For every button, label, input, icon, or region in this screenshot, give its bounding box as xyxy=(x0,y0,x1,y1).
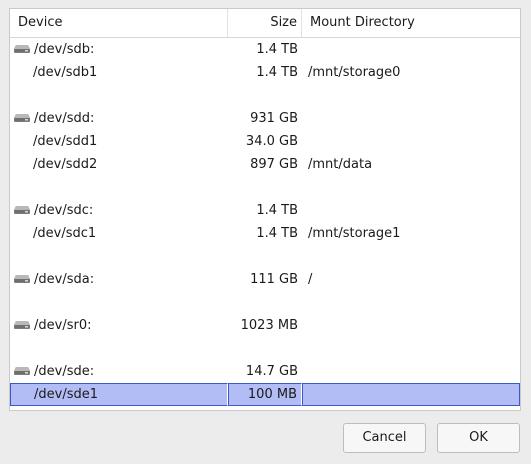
device-cell: /dev/sde1 xyxy=(10,383,228,406)
device-name: /dev/sdd2 xyxy=(33,157,98,172)
device-row[interactable]: /dev/sdc: 1.4 TB xyxy=(10,199,520,222)
device-cell: /dev/sda: xyxy=(10,268,228,291)
list-header: Device Size Mount Directory xyxy=(10,9,520,38)
device-cell: /dev/sdd1 xyxy=(10,130,228,153)
size-cell: 1.4 TB xyxy=(256,203,298,218)
device-name: /dev/sr0: xyxy=(34,318,92,333)
device-cell: /dev/sdb: xyxy=(10,38,228,61)
device-name: /dev/sdc: xyxy=(34,203,94,218)
size-cell: 100 MB xyxy=(228,383,302,406)
mount-cell xyxy=(302,38,520,61)
size-cell: 1023 MB xyxy=(240,318,298,333)
device-list[interactable]: Device Size Mount Directory /dev/sdb: 1.4… xyxy=(9,8,521,411)
size-cell: 931 GB xyxy=(250,111,298,126)
mount-cell: /mnt/storage1 xyxy=(308,226,401,241)
hard-disk-icon xyxy=(14,318,34,333)
partition-row[interactable]: /dev/sdb1 1.4 TB/mnt/storage0 xyxy=(10,61,520,84)
size-cell: 1.4 TB xyxy=(256,65,298,80)
ok-button[interactable]: OK xyxy=(437,423,520,453)
mount-cell xyxy=(302,107,520,130)
hard-disk-icon xyxy=(14,111,34,126)
hard-disk-icon xyxy=(14,364,34,379)
hard-disk-icon xyxy=(14,42,34,57)
size-cell: 34.0 GB xyxy=(245,134,298,149)
size-cell: 1.4 TB xyxy=(256,42,298,57)
device-name: /dev/sda: xyxy=(34,272,95,287)
device-rows: /dev/sdb: 1.4 TB/dev/sdb1 1.4 TB/mnt/stora… xyxy=(10,38,520,406)
size-cell: 1.4 TB xyxy=(256,226,298,241)
device-name: /dev/sde: xyxy=(34,364,95,379)
mount-cell xyxy=(302,383,520,406)
device-cell: /dev/sde: xyxy=(10,360,228,383)
device-row[interactable]: /dev/sde: 14.7 GB xyxy=(10,360,520,383)
device-name: /dev/sdb1 xyxy=(33,65,98,80)
mount-dialog: Device Size Mount Directory /dev/sdb: 1.4… xyxy=(0,0,531,464)
cancel-button[interactable]: Cancel xyxy=(343,423,426,453)
device-row[interactable]: /dev/sdb: 1.4 TB xyxy=(10,38,520,61)
device-row[interactable]: /dev/sdd: 931 GB xyxy=(10,107,520,130)
device-cell: /dev/sdc1 xyxy=(10,222,228,245)
mount-cell xyxy=(302,314,520,337)
hard-disk-icon xyxy=(14,203,34,218)
partition-row[interactable]: /dev/sdd1 34.0 GB xyxy=(10,130,520,153)
device-name: /dev/sdd1 xyxy=(33,134,98,149)
device-name: /dev/sde1 xyxy=(34,387,98,402)
mount-cell: /mnt/data xyxy=(308,157,373,172)
device-cell: /dev/sr0: xyxy=(10,314,228,337)
mount-cell xyxy=(302,199,520,222)
device-name: /dev/sdb: xyxy=(34,42,95,57)
hard-disk-icon xyxy=(14,272,34,287)
device-name: /dev/sdd: xyxy=(34,111,95,126)
partition-row[interactable]: /dev/sdd2 897 GB/mnt/data xyxy=(10,153,520,176)
size-cell: 14.7 GB xyxy=(245,364,298,379)
partition-row[interactable]: /dev/sdc1 1.4 TB/mnt/storage1 xyxy=(10,222,520,245)
column-header-device[interactable]: Device xyxy=(10,9,228,37)
column-header-size[interactable]: Size xyxy=(228,9,302,37)
mount-cell: / xyxy=(308,272,313,287)
size-cell: 897 GB xyxy=(250,157,298,172)
device-name: /dev/sdc1 xyxy=(33,226,97,241)
partition-row[interactable]: /dev/sde1 100 MB xyxy=(10,383,520,406)
row-spacer xyxy=(10,337,520,360)
mount-cell xyxy=(302,360,520,383)
mount-cell xyxy=(302,130,520,153)
device-cell: /dev/sdb1 xyxy=(10,61,228,84)
row-spacer xyxy=(10,291,520,314)
row-spacer xyxy=(10,245,520,268)
device-cell: /dev/sdd2 xyxy=(10,153,228,176)
device-row[interactable]: /dev/sr0: 1023 MB xyxy=(10,314,520,337)
device-cell: /dev/sdc: xyxy=(10,199,228,222)
device-cell: /dev/sdd: xyxy=(10,107,228,130)
device-row[interactable]: /dev/sda: 111 GB / xyxy=(10,268,520,291)
row-spacer xyxy=(10,176,520,199)
mount-cell: /mnt/storage0 xyxy=(308,65,401,80)
column-header-mount[interactable]: Mount Directory xyxy=(302,9,520,37)
size-cell: 111 GB xyxy=(250,272,298,287)
row-spacer xyxy=(10,84,520,107)
